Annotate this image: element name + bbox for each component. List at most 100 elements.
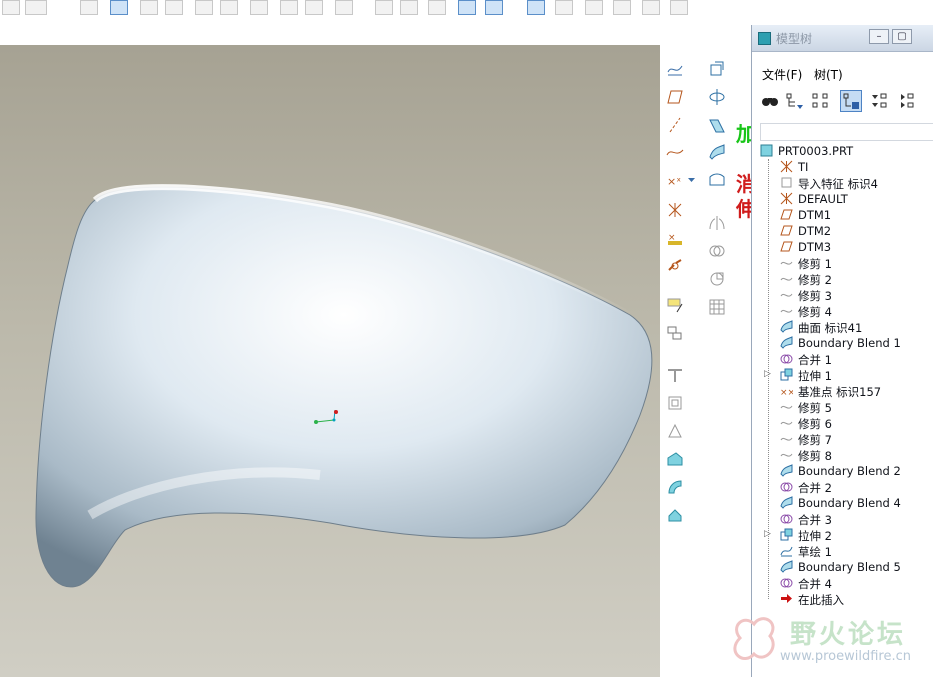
tree-item[interactable]: 合并 2 [752,479,933,495]
layer-icon[interactable] [305,0,323,15]
round-icon[interactable] [665,449,685,469]
tree-item[interactable]: ▷ 拉伸 1 [752,367,933,383]
tree-item[interactable]: 修剪 1 [752,255,933,271]
tree-item[interactable]: 合并 1 [752,351,933,367]
merge-tool-icon [707,241,727,261]
copy-feature-icon[interactable] [665,295,685,315]
tree-item[interactable]: 草绘 1 [752,543,933,559]
tree-item[interactable]: Boundary Blend 5 [752,559,933,575]
refit-icon[interactable] [220,0,238,15]
tree-item[interactable]: DTM1 [752,207,933,223]
extrude-tool-icon[interactable] [707,59,727,79]
datum-curve-tool-icon[interactable] [665,142,685,162]
window-title: 模型树 [776,32,813,46]
no-hidden-icon[interactable] [428,0,446,15]
binoculars-icon[interactable] [759,90,781,112]
settings-tree-icon[interactable] [840,90,862,112]
tree-item[interactable]: 导入特征 标识4 [752,175,933,191]
tree-item[interactable]: 修剪 4 [752,303,933,319]
model-tree-titlebar[interactable]: 模型树 – ▢ [752,25,933,52]
style-tool-icon[interactable] [707,170,727,190]
trim-icon [780,416,793,429]
tree-item[interactable]: DTM3 [752,239,933,255]
tree-item[interactable]: ×× 基准点 标识157 [752,383,933,399]
menu-file[interactable]: 文件(F) [762,66,802,83]
tree-item[interactable]: DTM2 [752,223,933,239]
collapse-tree-icon[interactable] [896,90,918,112]
binoculars-icon[interactable] [2,0,20,15]
show-tree-filters-icon[interactable] [784,90,806,112]
tree-item[interactable]: DEFAULT [752,191,933,207]
rib-icon[interactable] [665,505,685,525]
expand-toggle-icon[interactable]: ▷ [764,529,771,539]
restore-button[interactable]: ▢ [892,29,912,44]
zoom-in-icon[interactable] [165,0,183,15]
tree-item[interactable]: 修剪 2 [752,271,933,287]
insert-here-arrow-icon [780,592,793,605]
minimize-button[interactable]: – [869,29,889,44]
tree-item[interactable]: Boundary Blend 1 [752,335,933,351]
tree-search-field[interactable] [760,123,933,141]
tree-item[interactable]: 修剪 3 [752,287,933,303]
datum-point-icon: ×× [780,384,795,398]
tree-item[interactable]: 修剪 6 [752,415,933,431]
tree-item[interactable]: 合并 3 [752,511,933,527]
tree-columns-icon[interactable] [810,90,832,112]
tree-item[interactable]: Boundary Blend 2 [752,463,933,479]
saved-views-icon[interactable] [280,0,298,15]
tree-item-label: Boundary Blend 2 [798,464,901,478]
graphics-viewport[interactable] [0,45,660,677]
wireframe-icon[interactable] [375,0,393,15]
datum-display-icon[interactable] [80,0,98,15]
datum-plane-tool-icon[interactable] [665,87,685,107]
tree-item[interactable]: 合并 4 [752,575,933,591]
tree-item[interactable]: ▷ 拉伸 2 [752,527,933,543]
extrude-icon [780,528,793,541]
tree-item-label: 草绘 1 [798,545,832,559]
merge-icon [780,480,793,493]
tree-item[interactable]: 在此插入 [752,591,933,607]
tree-item[interactable]: 曲面 标识41 [752,319,933,335]
coordinate-system-icon [780,160,793,173]
annotation-display-icon[interactable] [642,0,660,15]
chain-link-icon[interactable] [665,256,685,276]
surface-model[interactable] [0,45,660,677]
tree-item[interactable]: 修剪 7 [752,431,933,447]
analysis-feature-icon[interactable]: × [665,228,685,248]
select-filter-icon[interactable] [110,0,128,15]
sweep-tool-icon[interactable] [707,115,727,135]
csys-tool-icon[interactable] [665,200,685,220]
sketch-curve-icon[interactable] [665,59,685,79]
spin-center-icon[interactable] [670,0,688,15]
tree-item-label: Boundary Blend 5 [798,560,901,574]
chamfer-icon[interactable] [665,477,685,497]
extrude-icon [780,368,793,381]
style-dropdown[interactable] [25,0,47,15]
spin-icon[interactable] [140,0,158,15]
shading-icon[interactable] [458,0,476,15]
expand-toggle-icon[interactable]: ▷ [764,369,771,379]
datum-planes-icon[interactable] [527,0,545,15]
view-manager-icon[interactable] [335,0,353,15]
expand-tree-icon[interactable] [868,90,890,112]
dropdown-arrow-icon[interactable] [682,170,702,190]
datum-points-icon[interactable] [585,0,603,15]
menu-tree[interactable]: 树(T) [814,66,843,83]
datum-axis-tool-icon[interactable] [665,115,685,135]
tree-item[interactable]: 修剪 5 [752,399,933,415]
tree-item[interactable]: PRT0003.PRT [752,143,933,159]
tree-item-label: PRT0003.PRT [778,144,854,158]
merge-icon [780,576,793,589]
tree-item[interactable]: 修剪 8 [752,447,933,463]
pattern-icon[interactable] [665,323,685,343]
revolve-tool-icon[interactable] [707,87,727,107]
tree-item[interactable]: TI [752,159,933,175]
datum-axes-icon[interactable] [555,0,573,15]
csys-display-icon[interactable] [613,0,631,15]
tree-item[interactable]: Boundary Blend 4 [752,495,933,511]
hidden-line-icon[interactable] [400,0,418,15]
boundary-blend-tool-icon[interactable] [707,142,727,162]
reorient-icon[interactable] [250,0,268,15]
enhanced-realism-icon[interactable] [485,0,503,15]
zoom-out-icon[interactable] [195,0,213,15]
